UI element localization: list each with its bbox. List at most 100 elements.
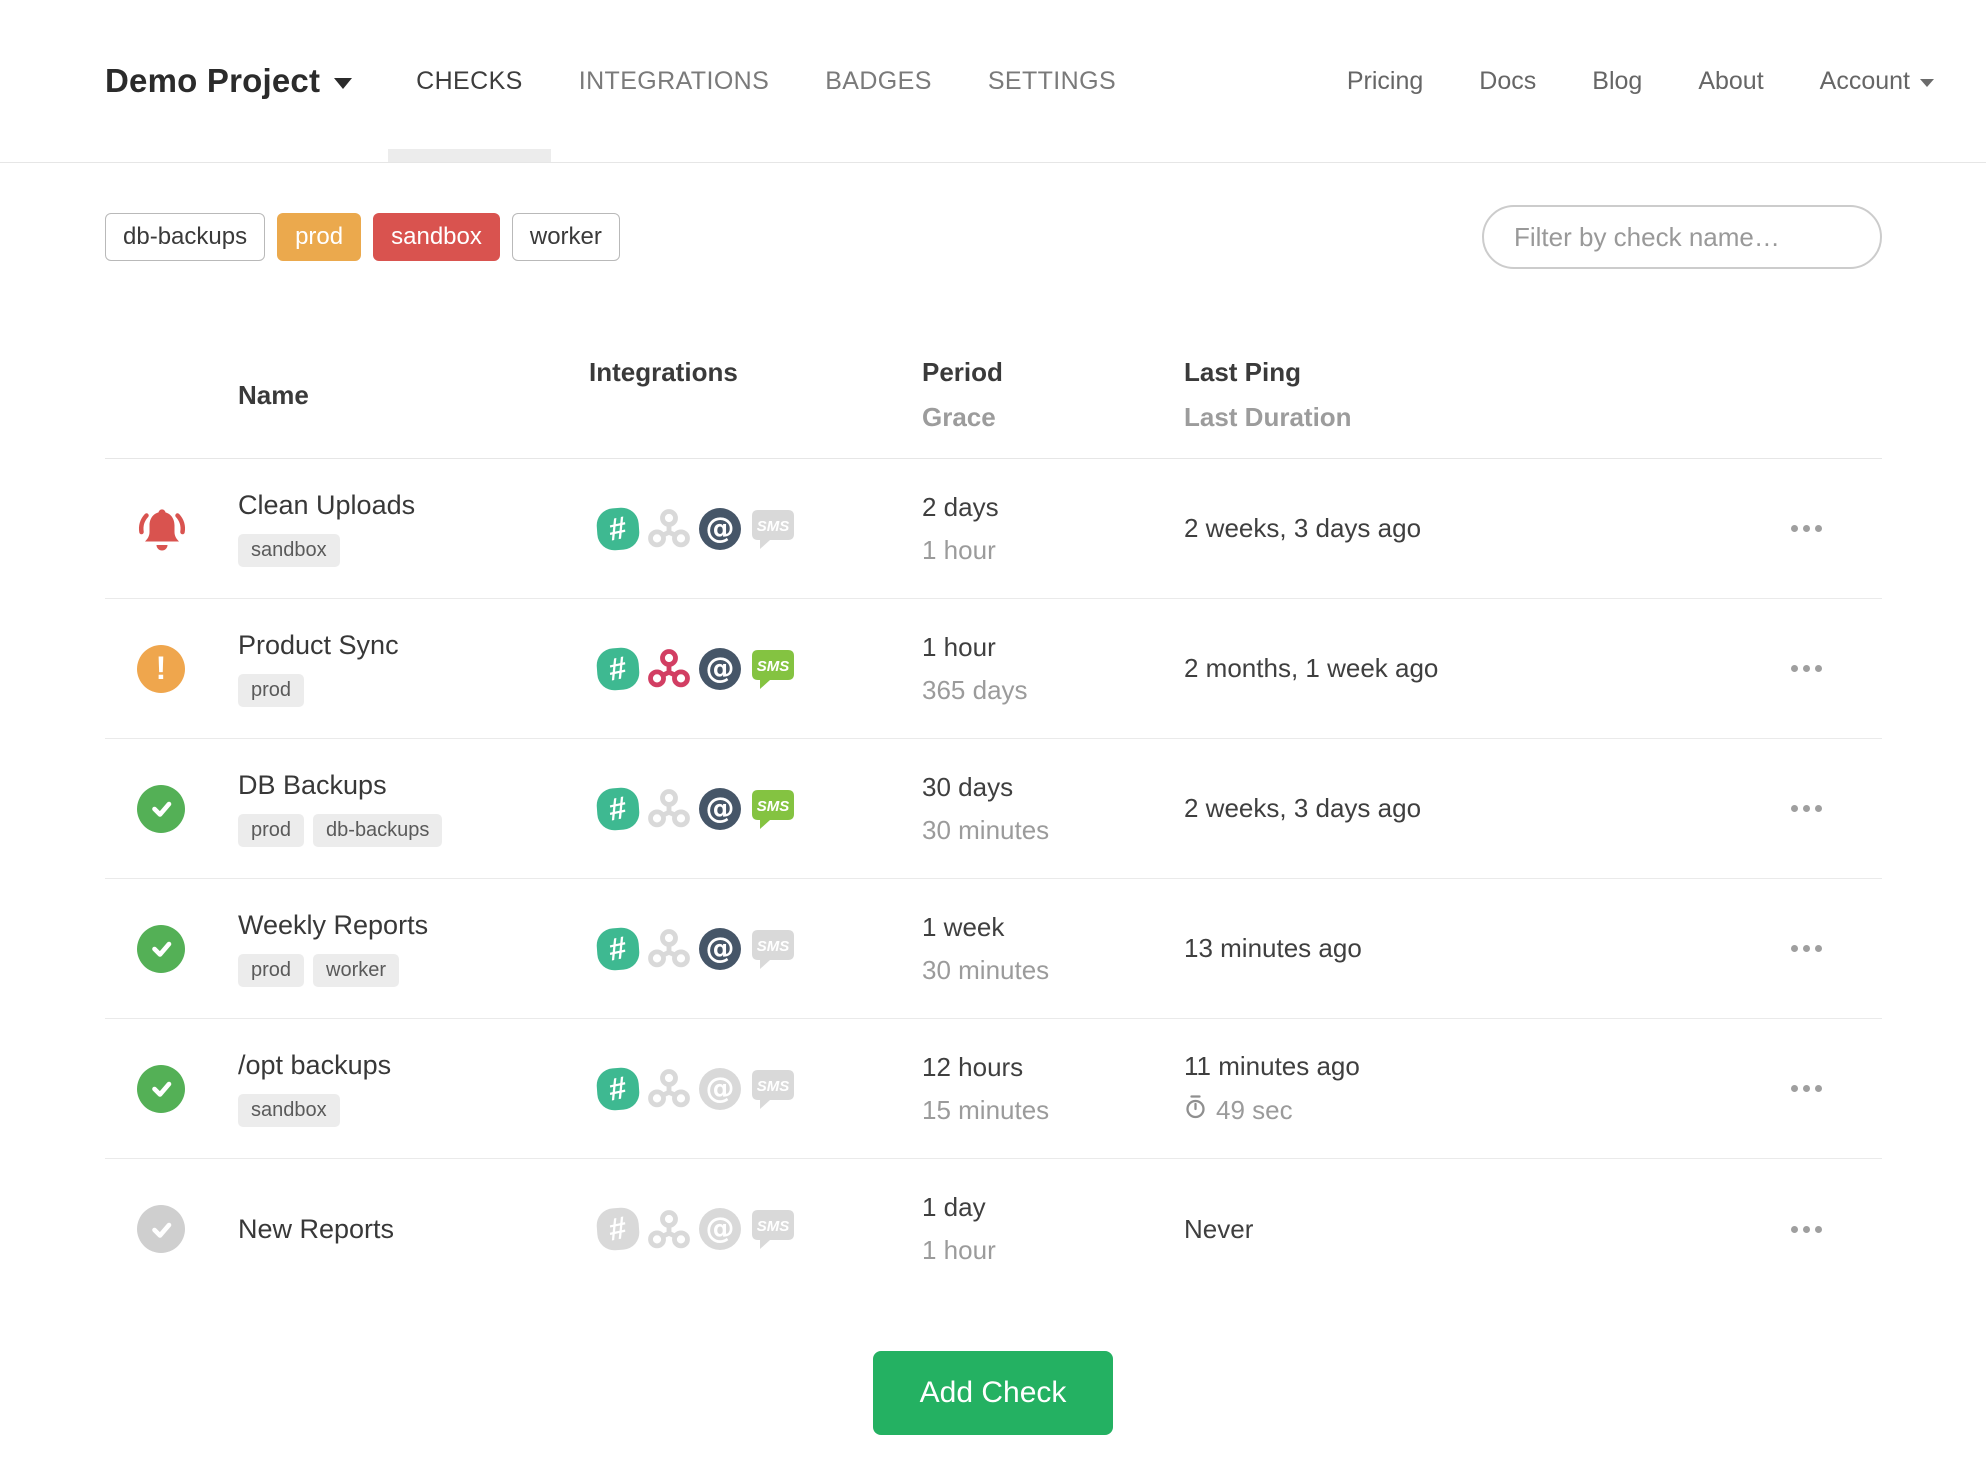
email-integration-icon[interactable]: @ bbox=[699, 1067, 741, 1110]
check-tag: prod bbox=[238, 674, 305, 707]
last-ping-value: 2 weeks, 3 days ago bbox=[1184, 793, 1422, 823]
period-value: 1 week bbox=[922, 911, 1005, 942]
integration-icons: # @ SMS bbox=[595, 506, 922, 551]
account-menu[interactable]: Account bbox=[1792, 67, 1962, 96]
grace-value: 1 hour bbox=[922, 534, 996, 565]
grace-value: 15 minutes bbox=[922, 1094, 1050, 1125]
search-input[interactable] bbox=[1482, 205, 1882, 269]
site-links: Pricing Docs Blog About bbox=[1319, 0, 1792, 162]
sms-integration-icon[interactable]: SMS bbox=[750, 788, 796, 830]
row-menu-button[interactable] bbox=[1781, 655, 1832, 682]
slack-integration-icon[interactable]: # bbox=[595, 786, 641, 831]
webhook-integration-icon[interactable] bbox=[648, 928, 690, 970]
filter-tag-sandbox[interactable]: sandbox bbox=[373, 213, 500, 261]
check-name[interactable]: New Reports bbox=[238, 1214, 589, 1245]
svg-text:SMS: SMS bbox=[757, 938, 790, 955]
slack-integration-icon[interactable]: # bbox=[595, 506, 641, 551]
check-name[interactable]: Product Sync bbox=[238, 630, 589, 661]
sms-integration-icon[interactable]: SMS bbox=[750, 928, 796, 970]
integration-icons: # @ SMS bbox=[595, 926, 922, 971]
filter-tag-prod[interactable]: prod bbox=[277, 213, 362, 261]
nav-link-docs[interactable]: Docs bbox=[1451, 67, 1564, 96]
last-ping-value: 2 months, 1 week ago bbox=[1184, 653, 1439, 683]
period-value: 30 days bbox=[922, 771, 1014, 802]
add-check-button[interactable]: Add Check bbox=[872, 1351, 1114, 1435]
grace-value: 30 minutes bbox=[922, 814, 1050, 845]
header-last-ping: Last Ping bbox=[1184, 357, 1302, 387]
check-tags: prod bbox=[238, 674, 589, 707]
row-menu-button[interactable] bbox=[1781, 1216, 1832, 1243]
row-menu-button[interactable] bbox=[1781, 515, 1832, 542]
webhook-integration-icon[interactable] bbox=[648, 788, 690, 830]
check-name[interactable]: Clean Uploads bbox=[238, 490, 589, 521]
project-switcher[interactable]: Demo Project bbox=[105, 62, 353, 100]
site-nav: Pricing Docs Blog About Account bbox=[1319, 0, 1962, 162]
filter-tag-list: db-backups prod sandbox worker bbox=[105, 213, 620, 261]
bell-icon bbox=[139, 508, 185, 550]
tab-integrations[interactable]: INTEGRATIONS bbox=[551, 0, 797, 162]
tab-checks[interactable]: CHECKS bbox=[388, 0, 551, 162]
project-name: Demo Project bbox=[105, 62, 321, 99]
nav-link-about[interactable]: About bbox=[1670, 67, 1791, 96]
webhook-integration-icon[interactable] bbox=[648, 648, 690, 690]
slack-integration-icon[interactable]: # bbox=[595, 926, 641, 971]
webhook-integration-icon[interactable] bbox=[648, 508, 690, 550]
check-row: New Reports # @ SMS 1 day 1 hour Never bbox=[105, 1159, 1882, 1299]
slack-integration-icon[interactable]: # bbox=[595, 646, 641, 691]
last-ping-value: 13 minutes ago bbox=[1184, 933, 1362, 963]
chevron-down-icon bbox=[1920, 79, 1934, 87]
sms-integration-icon[interactable]: SMS bbox=[750, 648, 796, 690]
svg-text:SMS: SMS bbox=[757, 1218, 790, 1235]
status-icon bbox=[137, 505, 187, 553]
check-tag: sandbox bbox=[238, 1094, 340, 1127]
period-value: 1 day bbox=[922, 1192, 986, 1222]
grace-value: 365 days bbox=[922, 674, 1028, 705]
integration-icons: # @ SMS bbox=[595, 646, 922, 691]
check-name[interactable]: Weekly Reports bbox=[238, 910, 589, 941]
email-integration-icon[interactable]: @ bbox=[699, 507, 741, 550]
nav-link-blog[interactable]: Blog bbox=[1564, 67, 1670, 96]
last-ping-value: Never bbox=[1184, 1213, 1254, 1244]
header-name: Name bbox=[238, 379, 309, 410]
email-integration-icon[interactable]: @ bbox=[699, 1208, 741, 1250]
sms-integration-icon[interactable]: SMS bbox=[750, 1208, 796, 1250]
check-tags: prod db-backups bbox=[238, 814, 589, 847]
status-icon bbox=[137, 1205, 185, 1253]
row-menu-button[interactable] bbox=[1781, 795, 1832, 822]
integration-icons: # @ SMS bbox=[595, 1066, 922, 1111]
tab-badges[interactable]: BADGES bbox=[797, 0, 960, 162]
check-name[interactable]: DB Backups bbox=[238, 770, 589, 801]
nav-link-pricing[interactable]: Pricing bbox=[1319, 67, 1451, 96]
check-icon bbox=[151, 801, 171, 817]
email-integration-icon[interactable]: @ bbox=[699, 647, 741, 690]
slack-integration-icon[interactable]: # bbox=[595, 1066, 641, 1111]
grace-value: 1 hour bbox=[922, 1235, 996, 1265]
last-duration: 49 sec bbox=[1184, 1094, 1752, 1126]
header-integrations: Integrations bbox=[589, 357, 738, 387]
svg-text:SMS: SMS bbox=[757, 1078, 790, 1095]
period-value: 2 days bbox=[922, 491, 999, 522]
status-icon bbox=[137, 924, 185, 973]
check-icon bbox=[151, 941, 171, 957]
email-integration-icon[interactable]: @ bbox=[699, 787, 741, 830]
check-name[interactable]: /opt backups bbox=[238, 1050, 589, 1081]
check-row: ! Product Sync prod # @ SMS 1 hour 365 d… bbox=[105, 599, 1882, 739]
row-menu-button[interactable] bbox=[1781, 935, 1832, 962]
slack-integration-icon[interactable]: # bbox=[595, 1206, 641, 1252]
filter-toolbar: db-backups prod sandbox worker bbox=[105, 205, 1882, 269]
header-last-duration: Last Duration bbox=[1184, 402, 1352, 432]
svg-text:SMS: SMS bbox=[757, 518, 790, 535]
check-icon bbox=[151, 1222, 171, 1238]
filter-tag-db-backups[interactable]: db-backups bbox=[105, 213, 266, 261]
filter-tag-worker[interactable]: worker bbox=[511, 213, 620, 261]
webhook-integration-icon[interactable] bbox=[648, 1208, 690, 1250]
check-row: /opt backups sandbox # @ SMS 12 hours 15… bbox=[105, 1019, 1882, 1159]
add-check-area: Add Check bbox=[0, 1351, 1986, 1435]
tab-settings[interactable]: SETTINGS bbox=[960, 0, 1144, 162]
sms-integration-icon[interactable]: SMS bbox=[750, 508, 796, 550]
email-integration-icon[interactable]: @ bbox=[699, 927, 741, 970]
checks-table: Name Integrations Period Grace Last Ping… bbox=[105, 357, 1882, 1299]
sms-integration-icon[interactable]: SMS bbox=[750, 1068, 796, 1110]
row-menu-button[interactable] bbox=[1781, 1075, 1832, 1102]
webhook-integration-icon[interactable] bbox=[648, 1068, 690, 1110]
